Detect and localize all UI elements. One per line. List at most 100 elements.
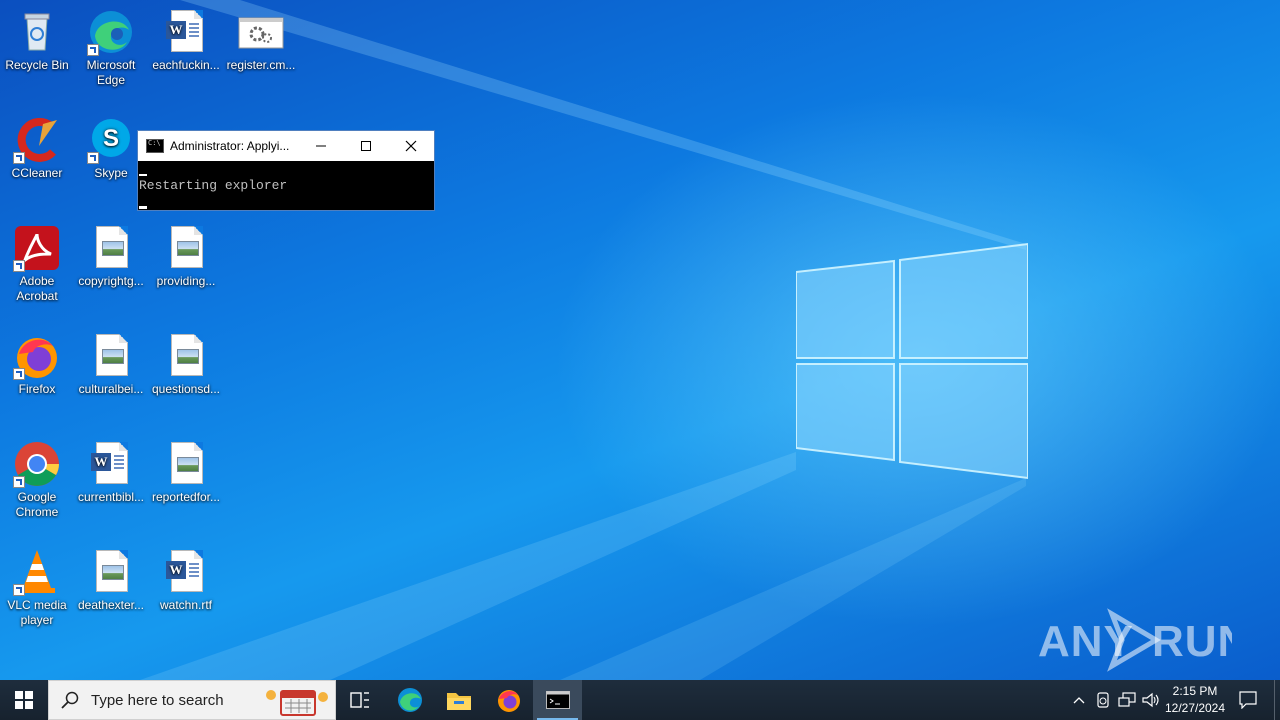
clock-date: 12/27/2024	[1164, 701, 1226, 715]
task-view-button[interactable]	[336, 680, 384, 720]
desktop-icon-label: copyrightg...	[78, 274, 144, 288]
desktop-icon-currentbibl[interactable]: W currentbibl...	[75, 436, 147, 505]
desktop-icon-label: CCleaner	[11, 166, 63, 180]
svg-text:S: S	[103, 125, 119, 152]
device-icon	[1097, 692, 1109, 708]
desktop-icon-vlc-media-player[interactable]: VLC media player	[1, 544, 73, 628]
desktop-icon-culturalbei[interactable]: culturalbei...	[75, 328, 147, 397]
chrome-icon	[13, 440, 61, 488]
taskbar-edge-button[interactable]	[386, 680, 434, 720]
desktop-icon-ccleaner[interactable]: CCleaner	[1, 112, 73, 181]
desktop-icon-label: VLC media player	[7, 598, 67, 627]
desktop-icon-label: providing...	[156, 274, 216, 288]
shortcut-arrow-icon	[13, 260, 25, 272]
edge-icon	[398, 688, 422, 712]
desktop-icon-watchn-rtf[interactable]: W watchn.rtf	[150, 544, 222, 613]
taskbar-clock[interactable]: 2:15 PM 12/27/2024	[1160, 683, 1230, 717]
taskbar-file-explorer-button[interactable]	[435, 680, 483, 720]
cmd-titlebar[interactable]: Administrator: Applyi...	[138, 131, 434, 161]
desktop-icon-recycle-bin[interactable]: Recycle Bin	[1, 4, 73, 73]
desktop-icon-providing[interactable]: providing...	[150, 220, 222, 289]
desktop-icon-label: eachfuckin...	[152, 58, 220, 72]
close-button[interactable]	[388, 131, 434, 161]
word-document-icon: W	[87, 440, 135, 488]
firefox-icon	[13, 332, 61, 380]
desktop-icon-label: questionsd...	[151, 382, 221, 396]
image-file-icon	[87, 548, 135, 596]
image-file-icon	[162, 440, 210, 488]
windows-logo-wallpaper	[796, 242, 1028, 480]
desktop-icon-eachfuckin[interactable]: W eachfuckin...	[150, 4, 222, 73]
notification-icon	[1239, 691, 1257, 709]
console-cursor	[139, 174, 147, 176]
show-hidden-icons-button[interactable]	[1068, 680, 1090, 720]
cmd-app-icon	[146, 139, 164, 153]
anyrun-logo: ANY RUN	[1038, 608, 1232, 672]
desktop-icon-google-chrome[interactable]: Google Chrome	[1, 436, 73, 520]
tray-device-icon-button[interactable]	[1092, 680, 1114, 720]
desktop-icon-label: reportedfor...	[151, 490, 221, 504]
shortcut-arrow-icon	[87, 44, 99, 56]
image-file-icon	[87, 224, 135, 272]
show-desktop-button[interactable]	[1274, 680, 1280, 720]
minimize-icon	[316, 145, 326, 147]
cmd-icon	[545, 691, 570, 709]
desktop-icon-label: Recycle Bin	[5, 58, 69, 72]
taskbar-cmd-button[interactable]	[533, 680, 582, 720]
cmd-window[interactable]: Administrator: Applyi... Restarting expl…	[137, 130, 435, 211]
desktop-icon-copyrightg[interactable]: copyrightg...	[75, 220, 147, 289]
desktop-icon-adobe-acrobat[interactable]: Adobe Acrobat	[1, 220, 73, 304]
desktop-icon-label: register.cm...	[226, 58, 296, 72]
console-output-line: Restarting explorer	[139, 178, 288, 193]
desktop-icon-label: Microsoft Edge	[86, 58, 136, 87]
recycle-bin-icon	[13, 8, 61, 56]
vlc-icon	[13, 548, 61, 596]
minimize-button[interactable]	[298, 131, 344, 161]
desktop-icon-label: Google Chrome	[15, 490, 59, 519]
volume-button[interactable]	[1140, 680, 1162, 720]
taskbar-search-box[interactable]: Type here to search	[48, 680, 336, 720]
image-file-icon	[87, 332, 135, 380]
ccleaner-icon	[13, 116, 61, 164]
chevron-up-icon	[1073, 697, 1085, 704]
desktop-icon-microsoft-edge[interactable]: Microsoft Edge	[75, 4, 147, 88]
word-document-icon: W	[162, 8, 210, 56]
svg-text:RUN: RUN	[1152, 617, 1232, 666]
shortcut-arrow-icon	[13, 476, 25, 488]
search-placeholder: Type here to search	[91, 691, 224, 709]
start-button[interactable]	[0, 680, 48, 720]
search-highlight-calendar-icon	[266, 690, 328, 716]
desktop-icon-register-cmd[interactable]: register.cm...	[225, 4, 297, 73]
word-document-icon: W	[162, 548, 210, 596]
windows-start-icon	[15, 691, 33, 709]
close-icon	[405, 140, 417, 152]
desktop-icon-reportedfor[interactable]: reportedfor...	[150, 436, 222, 505]
desktop-icon-questionsd[interactable]: questionsd...	[150, 328, 222, 397]
acrobat-icon	[13, 224, 61, 272]
cmd-console-area[interactable]: Restarting explorer	[138, 161, 434, 210]
desktop-icon-firefox[interactable]: Firefox	[1, 328, 73, 397]
shortcut-arrow-icon	[13, 584, 25, 596]
skype-icon: S	[87, 116, 135, 164]
desktop-icon-label: Firefox	[18, 382, 56, 396]
search-icon	[61, 691, 79, 709]
taskbar-firefox-button[interactable]	[485, 680, 533, 720]
image-file-icon	[162, 332, 210, 380]
desktop-icon-deathexter[interactable]: deathexter...	[75, 544, 147, 613]
maximize-button[interactable]	[343, 131, 389, 161]
file-explorer-icon	[447, 693, 471, 710]
shortcut-arrow-icon	[13, 152, 25, 164]
batch-file-icon	[237, 8, 285, 56]
task-view-icon	[350, 692, 369, 708]
firefox-icon	[498, 690, 520, 712]
clock-time: 2:15 PM	[1172, 684, 1218, 698]
network-icon	[1118, 692, 1136, 707]
image-file-icon	[162, 224, 210, 272]
network-button[interactable]	[1116, 680, 1138, 720]
taskbar: Type here to search 2:15 PM 12/27/2024	[0, 680, 1280, 720]
console-cursor	[139, 206, 147, 209]
shortcut-arrow-icon	[13, 368, 25, 380]
cmd-window-title: Administrator: Applyi...	[170, 139, 290, 153]
maximize-icon	[361, 141, 371, 151]
action-center-button[interactable]	[1232, 680, 1264, 720]
